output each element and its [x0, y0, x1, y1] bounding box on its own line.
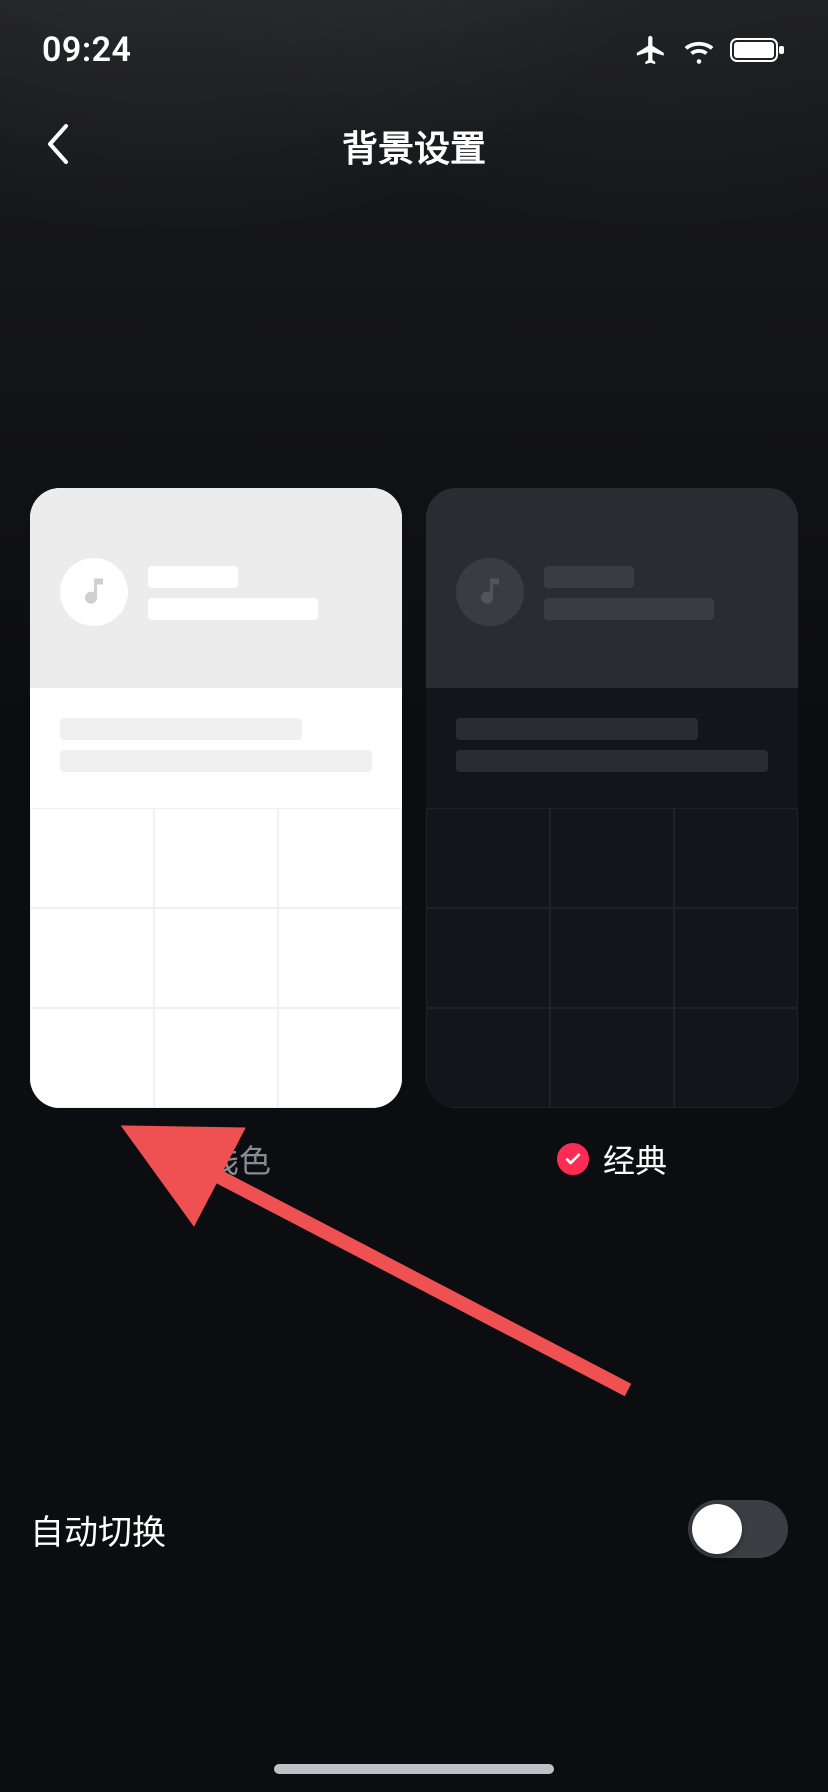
radio-unchecked-icon[interactable] — [161, 1143, 193, 1175]
theme-preview-classic — [426, 488, 798, 1108]
theme-option-classic-label: 经典 — [603, 1136, 667, 1182]
auto-switch-toggle[interactable] — [688, 1500, 788, 1558]
theme-option-light[interactable]: 浅色 — [30, 488, 402, 1182]
music-note-icon — [456, 558, 524, 626]
auto-switch-row: 自动切换 — [30, 1500, 788, 1558]
radio-checked-icon[interactable] — [557, 1143, 589, 1175]
theme-options: 浅色 经典 — [30, 488, 798, 1182]
theme-option-classic[interactable]: 经典 — [426, 488, 798, 1182]
chevron-left-icon — [44, 122, 72, 170]
back-button[interactable] — [28, 116, 88, 176]
auto-switch-label: 自动切换 — [30, 1505, 166, 1554]
status-icons — [634, 33, 786, 67]
status-time: 09:24 — [42, 30, 131, 70]
page-header: 背景设置 — [0, 96, 828, 196]
theme-preview-light — [30, 488, 402, 1108]
battery-icon — [730, 36, 786, 64]
theme-option-light-label: 浅色 — [207, 1136, 271, 1182]
home-indicator — [274, 1764, 554, 1774]
status-bar: 09:24 — [0, 0, 828, 100]
theme-option-light-row: 浅色 — [161, 1136, 271, 1182]
page-title: 背景设置 — [342, 120, 486, 172]
airplane-mode-icon — [634, 33, 668, 67]
theme-option-classic-row: 经典 — [557, 1136, 667, 1182]
music-note-icon — [60, 558, 128, 626]
wifi-icon — [682, 33, 716, 67]
toggle-knob — [692, 1504, 742, 1554]
